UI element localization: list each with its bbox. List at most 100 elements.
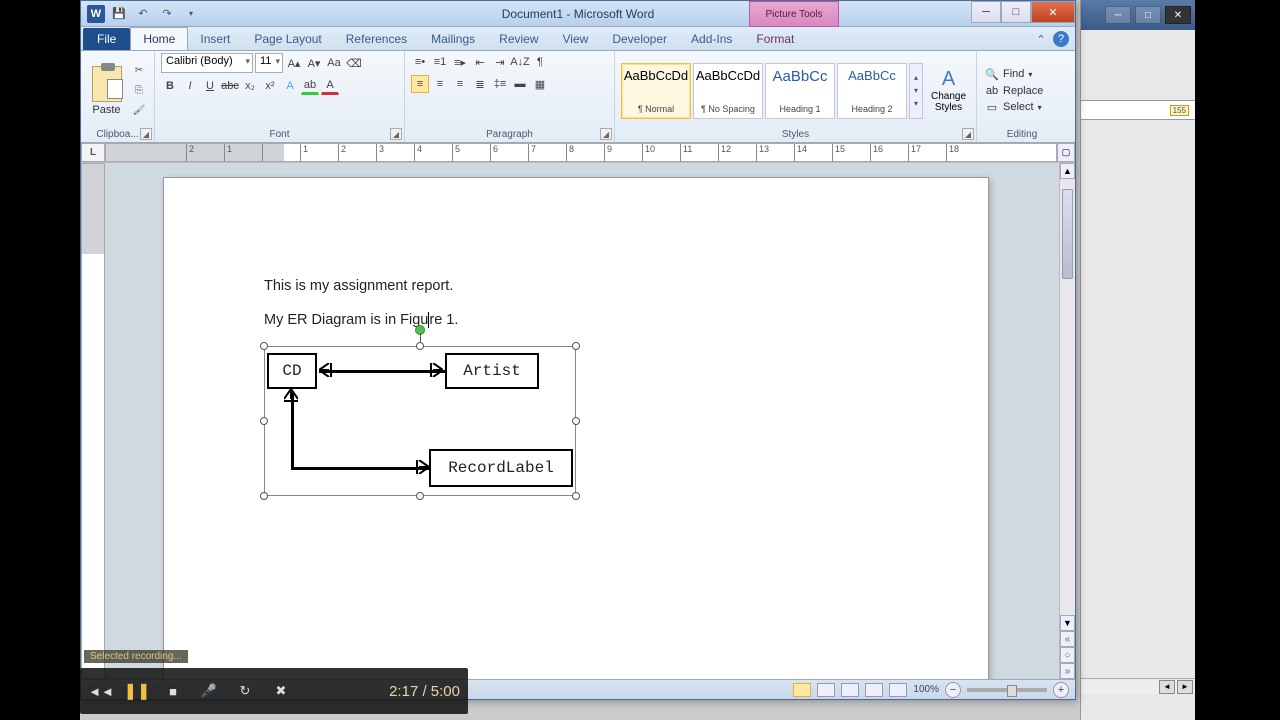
sort-icon[interactable]: A↓Z [511, 53, 529, 71]
save-icon[interactable]: 💾 [109, 4, 129, 24]
video-stop-icon[interactable]: ■ [160, 678, 186, 704]
paragraph-2[interactable]: My ER Diagram is in Figure 1. [264, 312, 888, 328]
tab-page-layout[interactable]: Page Layout [242, 28, 333, 50]
resize-handle-b[interactable] [416, 492, 424, 500]
qat-customize-icon[interactable]: ▾ [181, 4, 201, 24]
find-button[interactable]: 🔍Find▾ [983, 67, 1045, 82]
strikethrough-button[interactable]: abc [221, 77, 239, 95]
clear-formatting-icon[interactable]: ⌫ [345, 54, 363, 72]
shrink-font-icon[interactable]: A▾ [305, 54, 323, 72]
scroll-thumb[interactable] [1062, 189, 1073, 279]
select-button[interactable]: ▭Select▾ [983, 100, 1045, 115]
help-icon[interactable]: ? [1053, 31, 1069, 47]
paragraph-1[interactable]: This is my assignment report. [264, 278, 888, 294]
zoom-in-button[interactable]: + [1053, 682, 1069, 698]
next-page-icon[interactable]: » [1060, 663, 1075, 679]
clipboard-launcher-icon[interactable]: ◢ [140, 128, 152, 140]
redo-icon[interactable]: ↷ [157, 4, 177, 24]
bg-maximize-button[interactable]: □ [1135, 6, 1161, 24]
resize-handle-t[interactable] [416, 342, 424, 350]
style-no-spacing[interactable]: AaBbCcDd ¶ No Spacing [693, 63, 763, 119]
tab-mailings[interactable]: Mailings [419, 28, 487, 50]
video-restart-icon[interactable]: ↻ [232, 678, 258, 704]
text-effects-icon[interactable]: A [281, 77, 299, 95]
outline-view-icon[interactable] [865, 683, 883, 697]
borders-icon[interactable]: ▦ [531, 75, 549, 93]
multilevel-list-icon[interactable]: ≡▸ [451, 53, 469, 71]
font-size-combo[interactable]: 11 [255, 53, 283, 73]
italic-button[interactable]: I [181, 77, 199, 95]
styles-gallery[interactable]: AaBbCcDd ¶ Normal AaBbCcDd ¶ No Spacing … [621, 63, 923, 119]
tab-addins[interactable]: Add-Ins [679, 28, 744, 50]
style-heading1[interactable]: AaBbCc Heading 1 [765, 63, 835, 119]
er-diagram-picture[interactable]: CD Artist RecordLabel [264, 346, 576, 496]
resize-handle-tl[interactable] [260, 342, 268, 350]
resize-handle-r[interactable] [572, 417, 580, 425]
tab-review[interactable]: Review [487, 28, 550, 50]
bullets-icon[interactable]: ≡• [411, 53, 429, 71]
tab-home[interactable]: Home [130, 27, 188, 50]
change-styles-button[interactable]: A Change Styles [927, 68, 970, 113]
decrease-indent-icon[interactable]: ⇤ [471, 53, 489, 71]
zoom-slider[interactable] [967, 688, 1047, 692]
bg-close-button[interactable]: ✕ [1165, 6, 1191, 24]
bg-scroll-right-icon[interactable]: ► [1177, 680, 1193, 694]
style-normal[interactable]: AaBbCcDd ¶ Normal [621, 63, 691, 119]
scroll-track[interactable] [1060, 179, 1075, 615]
underline-button[interactable]: U [201, 77, 219, 95]
word-app-icon[interactable]: W [87, 5, 105, 23]
font-color-icon[interactable]: A [321, 77, 339, 95]
zoom-out-button[interactable]: − [945, 682, 961, 698]
scroll-down-icon[interactable]: ▼ [1060, 615, 1075, 631]
copy-icon[interactable]: ⎘ [130, 83, 148, 99]
font-launcher-icon[interactable]: ◢ [390, 128, 402, 140]
video-prev-icon[interactable]: ◄◄ [88, 678, 114, 704]
numbering-icon[interactable]: ≡1 [431, 53, 449, 71]
paragraph-launcher-icon[interactable]: ◢ [600, 128, 612, 140]
maximize-button[interactable]: □ [1001, 1, 1031, 23]
tab-developer[interactable]: Developer [600, 28, 679, 50]
tab-format[interactable]: Format [744, 28, 806, 50]
fullscreen-reading-view-icon[interactable] [817, 683, 835, 697]
page[interactable]: This is my assignment report. My ER Diag… [163, 177, 989, 679]
undo-icon[interactable]: ↶ [133, 4, 153, 24]
tab-file[interactable]: File [83, 28, 130, 50]
paste-button[interactable]: Paste [87, 66, 126, 116]
bg-minimize-button[interactable]: ─ [1105, 6, 1131, 24]
close-button[interactable]: ✕ [1031, 1, 1075, 23]
page-content[interactable]: This is my assignment report. My ER Diag… [164, 178, 988, 496]
resize-handle-br[interactable] [572, 492, 580, 500]
show-marks-icon[interactable]: ¶ [531, 53, 549, 71]
vertical-ruler[interactable] [81, 163, 105, 679]
resize-handle-l[interactable] [260, 417, 268, 425]
cut-icon[interactable]: ✂ [130, 63, 148, 79]
font-name-combo[interactable]: Calibri (Body) [161, 53, 253, 73]
subscript-button[interactable]: x₂ [241, 77, 259, 95]
superscript-button[interactable]: x² [261, 77, 279, 95]
bg-scroll-left-icon[interactable]: ◄ [1159, 680, 1175, 694]
align-right-icon[interactable]: ≡ [451, 75, 469, 93]
bold-button[interactable]: B [161, 77, 179, 95]
format-painter-icon[interactable]: 🖌 [130, 103, 148, 119]
resize-handle-bl[interactable] [260, 492, 268, 500]
ribbon-minimize-icon[interactable]: ⌃ [1033, 31, 1049, 47]
video-pause-icon[interactable]: ❚❚ [124, 678, 150, 704]
justify-icon[interactable]: ≣ [471, 75, 489, 93]
zoom-level[interactable]: 100% [913, 684, 939, 695]
tab-selector[interactable]: L [81, 143, 105, 162]
draft-view-icon[interactable] [889, 683, 907, 697]
video-mic-icon[interactable]: 🎤 [196, 678, 222, 704]
video-delete-icon[interactable]: ✖ [268, 678, 294, 704]
replace-button[interactable]: abReplace [983, 84, 1045, 98]
style-heading2[interactable]: AaBbCc Heading 2 [837, 63, 907, 119]
line-spacing-icon[interactable]: ‡≡ [491, 75, 509, 93]
tab-references[interactable]: References [334, 28, 419, 50]
minimize-button[interactable]: ─ [971, 1, 1001, 23]
shading-icon[interactable]: ▬ [511, 75, 529, 93]
print-layout-view-icon[interactable] [793, 683, 811, 697]
bg-horizontal-scrollbar[interactable]: ◄ ► [1081, 678, 1195, 694]
prev-page-icon[interactable]: « [1060, 631, 1075, 647]
align-center-icon[interactable]: ≡ [431, 75, 449, 93]
change-case-icon[interactable]: Aa [325, 54, 343, 72]
styles-more-icon[interactable]: ▴▾▾ [909, 63, 923, 119]
